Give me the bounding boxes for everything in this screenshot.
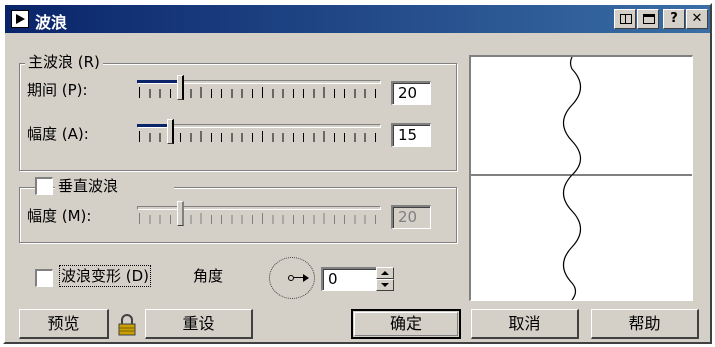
period-slider-thumb[interactable] (177, 75, 184, 100)
period-slider-major-ticks (139, 87, 379, 98)
amplitude-input[interactable]: 15 (391, 123, 431, 147)
period-slider-fill (137, 80, 179, 83)
main-wave-legend: 主波浪 (R) (25, 53, 103, 71)
help-button[interactable]: 帮助 (591, 309, 699, 339)
vertical-slider-thumb[interactable] (177, 201, 184, 226)
preview-button[interactable]: 预览 (19, 309, 109, 339)
title-bar[interactable]: 波浪 ? ✕ (5, 5, 710, 33)
vertical-slider-major-ticks (139, 213, 379, 224)
amplitude-slider-fill (137, 124, 168, 127)
wave-preview (471, 56, 692, 301)
help-title-button[interactable]: ? (663, 9, 685, 29)
angle-label: 角度 (193, 267, 224, 285)
vertical-amplitude-label: 幅度 (M): (27, 207, 92, 225)
angle-spinner[interactable] (376, 267, 394, 291)
wave-deform-checkbox[interactable] (35, 269, 53, 287)
preview-panel (469, 55, 693, 301)
tile-button[interactable] (614, 9, 636, 29)
window-title: 波浪 (35, 13, 68, 32)
amplitude-slider[interactable] (137, 119, 381, 149)
angle-input[interactable]: 0 (321, 267, 377, 291)
period-label: 期间 (P): (27, 81, 88, 99)
lock-icon[interactable] (117, 314, 137, 336)
period-input[interactable]: 20 (391, 81, 431, 105)
amplitude-slider-thumb[interactable] (167, 119, 174, 144)
reset-button[interactable]: 重设 (145, 309, 253, 339)
ok-button[interactable]: 确定 (351, 309, 461, 339)
angle-dial-icon[interactable] (269, 257, 315, 299)
wave-deform-label[interactable]: 波浪变形 (D) (58, 265, 152, 287)
wave-curve (562, 56, 582, 301)
vertical-amplitude-input[interactable]: 20 (391, 205, 431, 229)
cancel-button[interactable]: 取消 (471, 309, 579, 339)
amplitude-slider-major-ticks (139, 131, 379, 142)
amplitude-label: 幅度 (A): (27, 125, 89, 143)
tile-icon (620, 14, 632, 24)
vertical-wave-legend: 垂直波浪 (55, 177, 175, 195)
vertical-amplitude-slider[interactable] (137, 201, 381, 231)
maximize-icon (643, 14, 655, 24)
vertical-wave-checkbox[interactable] (35, 177, 53, 195)
dial-center (288, 275, 294, 281)
play-icon[interactable] (11, 10, 29, 28)
close-button[interactable]: ✕ (686, 9, 708, 29)
spin-up-button[interactable] (376, 267, 394, 279)
maximize-button[interactable] (637, 9, 659, 29)
dial-arrow (303, 274, 309, 282)
spin-down-button[interactable] (376, 279, 394, 291)
period-slider[interactable] (137, 75, 381, 105)
vertical-slider-track (137, 206, 381, 210)
wave-dialog: 波浪 ? ✕ 主波浪 (R) 期间 (P): 20 幅度 (A): 15 垂直波… (3, 3, 712, 344)
